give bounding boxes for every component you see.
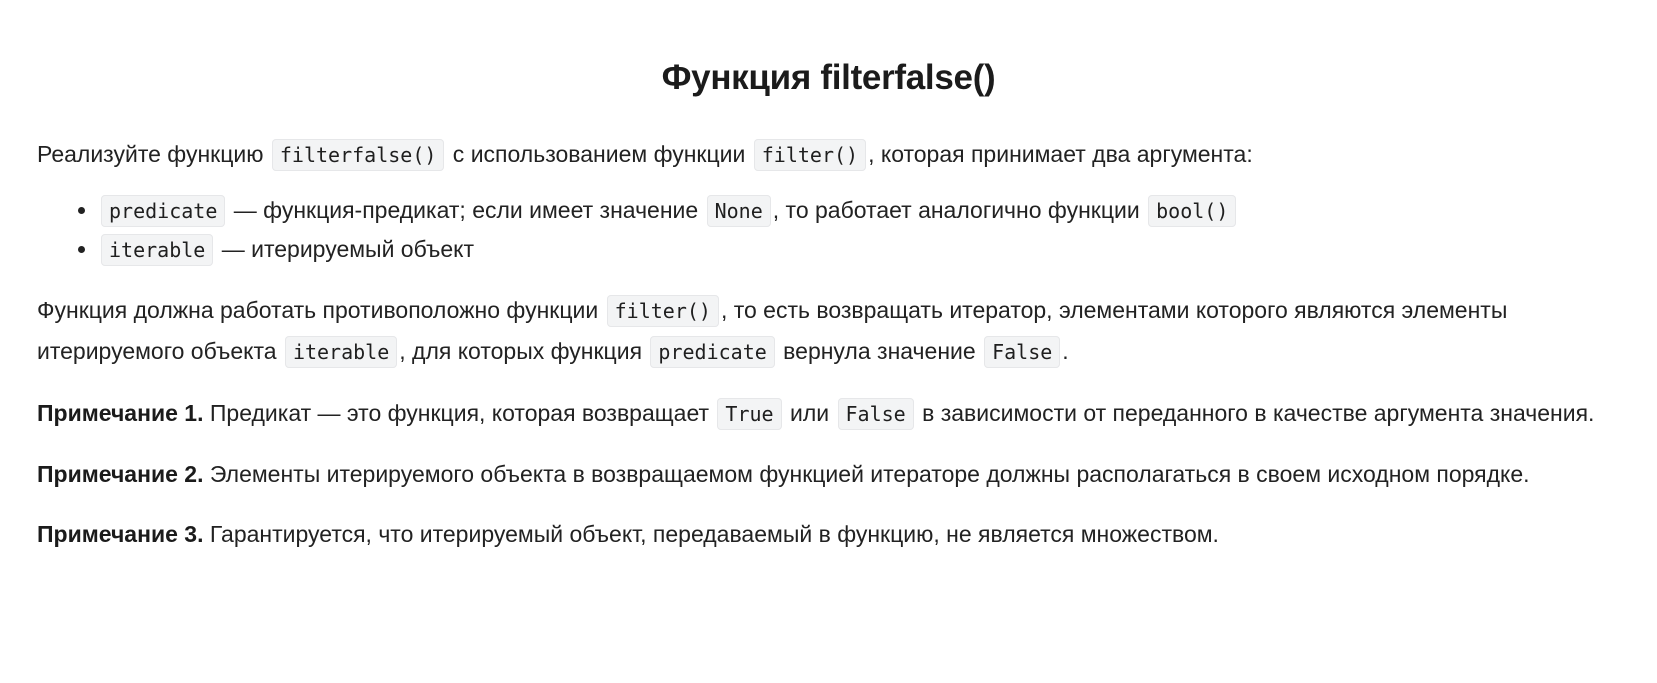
code-predicate: predicate: [101, 195, 226, 227]
code-iterable-desc: iterable: [284, 336, 398, 368]
note-1-text-1: Предикат — это функция, которая возвраща…: [203, 400, 716, 426]
list-item-iterable: iterable — итерируемый объект: [99, 230, 1620, 269]
desc-text-1: Функция должна работать противоположно ф…: [37, 297, 605, 323]
note-3-text: Гарантируется, что итерируемый объект, п…: [203, 521, 1219, 547]
task-page: Функция filterfalse() Реализуйте функцию…: [0, 0, 1657, 683]
list-item-predicate: predicate — функция-предикат; если имеет…: [99, 191, 1620, 230]
code-none: None: [706, 195, 771, 227]
code-iterable: iterable: [101, 234, 214, 266]
code-bool: bool(): [1148, 195, 1237, 227]
note-2: Примечание 2. Элементы итерируемого объе…: [37, 454, 1620, 494]
note-1-text-3: в зависимости от переданного в качестве …: [915, 400, 1595, 426]
code-predicate-desc: predicate: [650, 336, 775, 368]
description-paragraph: Функция должна работать противоположно ф…: [37, 290, 1620, 372]
note-2-text: Элементы итерируемого объекта в возвраща…: [203, 461, 1530, 487]
code-filter-desc: filter(): [606, 295, 719, 327]
arguments-list: predicate — функция-предикат; если имеет…: [37, 191, 1620, 269]
note-2-label: Примечание 2.: [37, 461, 204, 487]
predicate-text-1: — функция-предикат; если имеет значение: [227, 197, 705, 223]
intro-text-1: Реализуйте функцию: [37, 141, 270, 167]
note-1: Примечание 1. Предикат — это функция, ко…: [37, 393, 1620, 434]
note-1-text-2: или: [783, 400, 836, 426]
intro-paragraph: Реализуйте функцию filterfalse() с испол…: [37, 134, 1620, 175]
desc-text-5: .: [1062, 338, 1069, 364]
code-filter: filter(): [753, 139, 867, 171]
page-title: Функция filterfalse(): [661, 58, 996, 97]
desc-text-3: , для которых функция: [399, 338, 649, 364]
code-false-desc: False: [984, 336, 1061, 368]
predicate-text-2: , то работает аналогично функции: [772, 197, 1147, 223]
code-true-note: True: [717, 398, 782, 430]
code-filterfalse: filterfalse(): [271, 139, 445, 171]
iterable-text: — итерируемый объект: [215, 236, 475, 262]
intro-text-3: , которая принимает два аргумента:: [868, 141, 1253, 167]
intro-text-2: с использованием функции: [446, 141, 752, 167]
desc-text-4: вернула значение: [776, 338, 983, 364]
note-3: Примечание 3. Гарантируется, что итериру…: [37, 514, 1620, 554]
note-1-label: Примечание 1.: [37, 400, 204, 426]
note-3-label: Примечание 3.: [37, 521, 204, 547]
code-false-note: False: [837, 398, 914, 430]
